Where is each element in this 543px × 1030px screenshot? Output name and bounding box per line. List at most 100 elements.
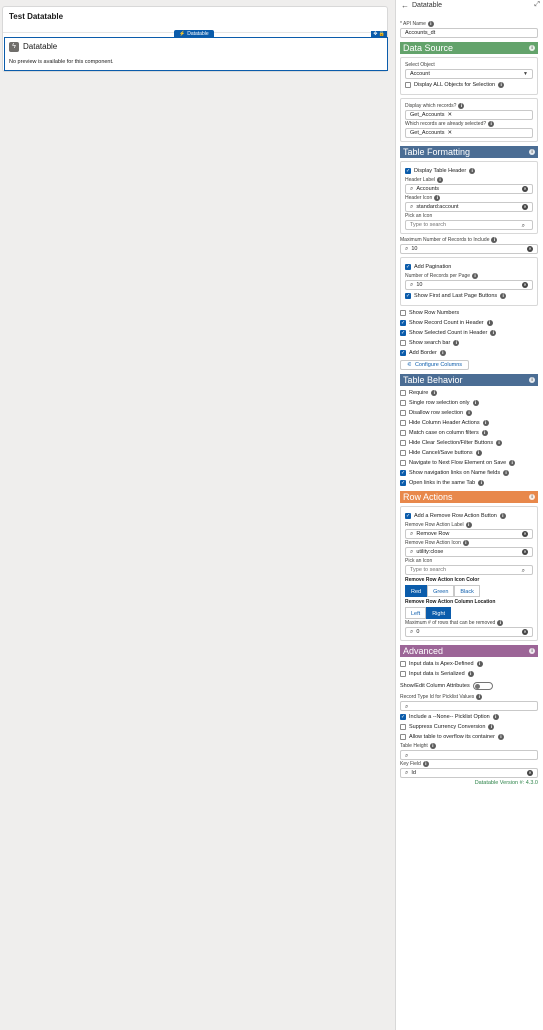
search-icon: ⌕ xyxy=(410,628,414,635)
header-box: ✓ Display Table Header i Header Label i ⌕ Ac… xyxy=(400,161,538,234)
clear-icon: ✕ xyxy=(527,246,533,252)
record-type-label: Record Type Id for Picklist Values i xyxy=(400,694,538,700)
navigate-next-checkbox[interactable]: Navigate to Next Flow Element on Save i xyxy=(400,459,538,467)
info-icon: i xyxy=(529,494,535,500)
header-label-input[interactable]: ⌕ Accounts ✕ xyxy=(405,184,533,194)
back-arrow-icon[interactable]: ← xyxy=(401,1,409,10)
disallow-row-checkbox[interactable]: Disallow row selection i xyxy=(400,409,538,417)
clear-icon: ✕ xyxy=(522,186,528,192)
screen-title: Test Datatable xyxy=(9,12,64,21)
component-name: Datatable xyxy=(23,42,58,51)
info-icon: i xyxy=(529,648,535,654)
apex-defined-checkbox[interactable]: Input data is Apex-Defined i xyxy=(400,660,538,668)
show-nav-links-checkbox[interactable]: ✓ Show navigation links on Name fields i xyxy=(400,469,538,477)
move-lock-icons[interactable]: ✥ 🔒 xyxy=(371,31,387,38)
info-icon: i xyxy=(529,149,535,155)
info-icon: i xyxy=(439,350,446,356)
color-black-button[interactable]: Black xyxy=(454,585,480,597)
pick-icon-input[interactable]: Type to search ⌕ xyxy=(405,565,533,575)
max-records-input[interactable]: ⌕ 10 ✕ xyxy=(400,244,538,254)
match-case-checkbox[interactable]: Match case on column filters i xyxy=(400,429,538,437)
api-name-input[interactable]: Accounts_dt xyxy=(400,28,538,38)
clear-icon: ✕ xyxy=(527,770,533,776)
add-border-checkbox[interactable]: ✓ Add Border i xyxy=(400,349,538,357)
serialized-checkbox[interactable]: Input data is Serialized i xyxy=(400,670,538,678)
info-icon: i xyxy=(475,450,482,456)
pick-icon-input[interactable]: Type to search ⌕ xyxy=(405,220,533,230)
display-all-objects-checkbox[interactable]: Display ALL Objects for Selection i xyxy=(405,81,533,89)
show-selected-count-checkbox[interactable]: ✓ Show Selected Count in Header i xyxy=(400,329,538,337)
selected-records-input[interactable]: Get_Accounts ✕ xyxy=(405,128,533,138)
display-table-header-checkbox[interactable]: ✓ Display Table Header i xyxy=(405,167,533,175)
show-edit-column-toggle[interactable] xyxy=(472,682,493,690)
select-object-dropdown[interactable]: Account ▼ xyxy=(405,69,533,79)
add-remove-row-checkbox[interactable]: ✓ Add a Remove Row Action Button i xyxy=(405,512,533,520)
color-red-button[interactable]: Red xyxy=(405,585,428,597)
info-icon: i xyxy=(497,734,504,740)
info-icon: i xyxy=(469,168,476,174)
single-row-checkbox[interactable]: Single row selection only i xyxy=(400,399,538,407)
info-icon: i xyxy=(462,540,469,546)
column-location-group: Left Right xyxy=(405,607,533,619)
search-icon: ⌕ xyxy=(410,530,414,537)
info-icon: i xyxy=(453,340,460,346)
display-records-input[interactable]: Get_Accounts ✕ xyxy=(405,110,533,120)
remove-label-input[interactable]: ⌕ Remove Row ✕ xyxy=(405,529,533,539)
info-icon: i xyxy=(491,237,498,243)
search-icon: ⌕ xyxy=(521,221,525,229)
chevron-down-icon: ▼ xyxy=(523,70,528,77)
row-actions-box: ✓ Add a Remove Row Action Button i Remove … xyxy=(400,506,538,641)
columns-icon: ⚟ xyxy=(407,362,412,368)
search-icon: ⌕ xyxy=(410,548,414,555)
info-icon: i xyxy=(466,410,473,416)
expand-icon[interactable]: ⤢ xyxy=(534,1,540,9)
clear-icon: ✕ xyxy=(522,629,528,635)
require-checkbox[interactable]: Require i xyxy=(400,389,538,397)
pick-icon-label: Pick an Icon xyxy=(405,558,433,564)
hide-column-header-checkbox[interactable]: Hide Column Header Actions i xyxy=(400,419,538,427)
max-records-label: Maximum Number of Records to Include i xyxy=(400,237,538,243)
section-advanced[interactable]: Advanced i xyxy=(400,645,538,657)
header-icon-input[interactable]: ⌕ standard:account ✕ xyxy=(405,202,533,212)
version-text: Datatable Version #: 4.3.0 xyxy=(474,780,538,786)
header-label-label: Header Label i xyxy=(405,177,533,183)
location-left-button[interactable]: Left xyxy=(405,607,427,619)
location-right-button[interactable]: Right xyxy=(426,607,452,619)
show-search-bar-checkbox[interactable]: Show search bar i xyxy=(400,339,538,347)
info-icon: i xyxy=(499,513,506,519)
info-icon: i xyxy=(431,390,438,396)
section-row-actions[interactable]: Row Actions i xyxy=(400,491,538,503)
hide-cancel-checkbox[interactable]: Hide Cancel/Save buttons i xyxy=(400,449,538,457)
color-green-button[interactable]: Green xyxy=(427,585,455,597)
hide-clear-checkbox[interactable]: Hide Clear Selection/Filter Buttons i xyxy=(400,439,538,447)
max-rows-input[interactable]: ⌕ 0 ✕ xyxy=(405,627,533,637)
allow-overflow-checkbox[interactable]: Allow table to overflow its container i xyxy=(400,733,538,741)
open-links-checkbox[interactable]: ✓ Open links in the same Tab i xyxy=(400,479,538,487)
show-record-count-checkbox[interactable]: ✓ Show Record Count in Header i xyxy=(400,319,538,327)
show-row-numbers-checkbox[interactable]: Show Row Numbers xyxy=(400,309,538,317)
datatable-component[interactable]: ✥ 🔒 ϟ Datatable No preview is available … xyxy=(4,31,388,71)
section-table-formatting[interactable]: Table Formatting i xyxy=(400,146,538,158)
remove-icon: ✕ xyxy=(447,129,453,136)
key-field-input[interactable]: ⌕ Id ✕ xyxy=(400,768,538,778)
info-icon: i xyxy=(500,293,507,299)
remove-icon-input[interactable]: ⌕ utility:close ✕ xyxy=(405,547,533,557)
record-type-input[interactable]: ⌕ xyxy=(400,701,538,711)
show-first-last-checkbox[interactable]: ✓ Show First and Last Page Buttons i xyxy=(405,292,533,300)
section-data-source[interactable]: Data Source i xyxy=(400,42,538,54)
suppress-currency-checkbox[interactable]: Suppress Currency Conversion i xyxy=(400,723,538,731)
show-edit-column-toggle-row: Show/Edit Column Attributes xyxy=(400,680,538,692)
info-icon: i xyxy=(503,470,510,476)
include-none-checkbox[interactable]: ✓ Include a --None-- Picklist Option i xyxy=(400,713,538,721)
table-height-input[interactable]: ⌕ xyxy=(400,750,538,760)
select-object-label: Select Object xyxy=(405,62,435,68)
records-per-page-input[interactable]: ⌕ 10 ✕ xyxy=(405,280,533,290)
section-table-behavior[interactable]: Table Behavior i xyxy=(400,374,538,386)
show-edit-column-label: Show/Edit Column Attributes xyxy=(400,683,470,689)
add-pagination-checkbox[interactable]: ✓ Add Pagination xyxy=(405,263,533,271)
records-box: Display which records? i Get_Accounts ✕ Wh… xyxy=(400,98,538,142)
properties-panel: ← Datatable ⤢ * API Name i Accounts_dt Da… xyxy=(395,0,543,1030)
search-icon: ⌕ xyxy=(521,566,525,574)
configure-columns-button[interactable]: ⚟ Configure Columns xyxy=(400,360,470,370)
info-icon: i xyxy=(492,714,499,720)
